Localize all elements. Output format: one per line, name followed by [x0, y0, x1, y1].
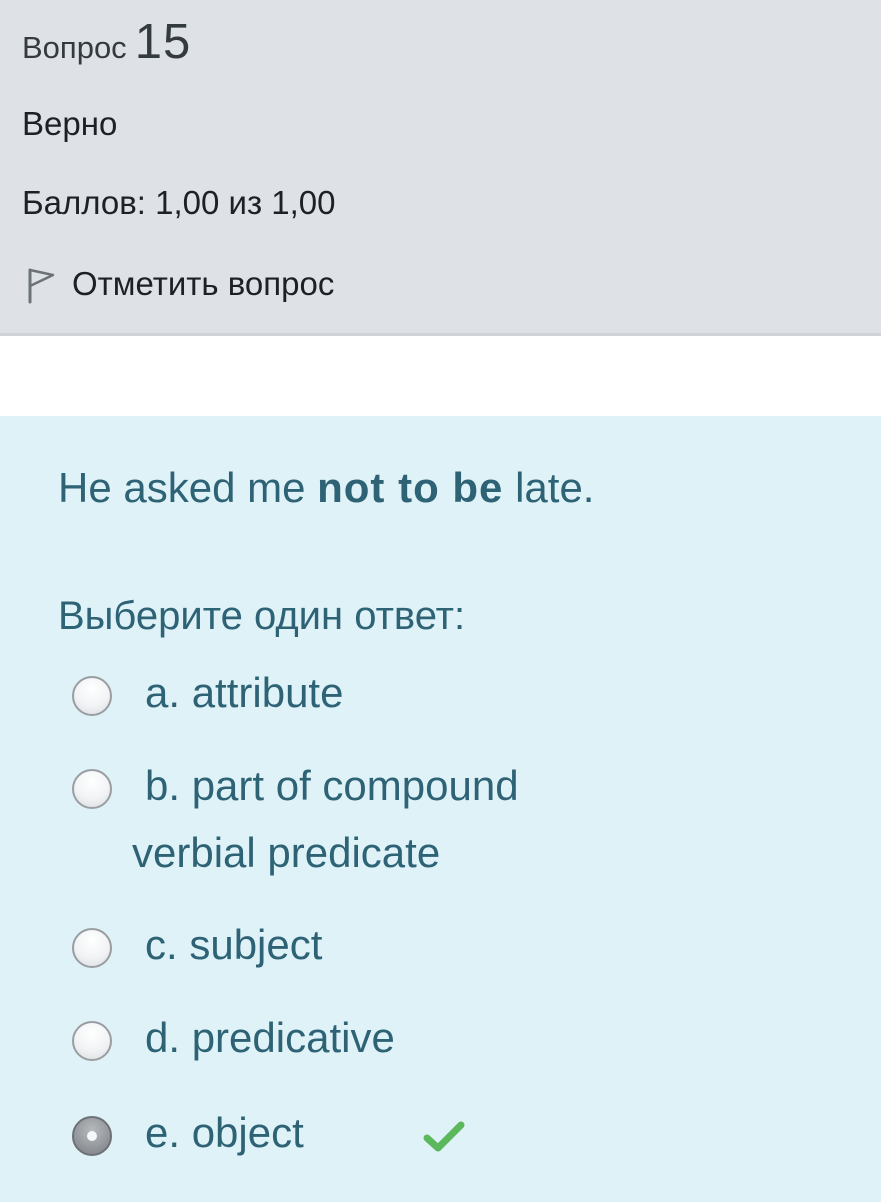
radio-e-selected[interactable] — [72, 1116, 112, 1156]
answer-option-label: d. predicative — [145, 1014, 395, 1061]
radio-b[interactable] — [72, 769, 112, 809]
answer-option-label: a. attribute — [145, 669, 344, 716]
flag-question-button[interactable]: Отметить вопрос — [22, 262, 334, 306]
answer-prompt: Выберите один ответ: — [58, 594, 466, 638]
question-info-panel: Вопрос 15 Верно Баллов: 1,00 из 1,00 Отме… — [0, 0, 881, 336]
question-text-before: He asked me — [58, 464, 318, 511]
question-word: Вопрос — [22, 30, 127, 65]
question-number-heading: Вопрос 15 — [22, 14, 191, 70]
question-content-panel: He asked me not to be late. Выберите оди… — [0, 416, 881, 1202]
checkmark-icon — [423, 1120, 465, 1159]
answer-option-label-continued: verbial predicate — [132, 829, 441, 876]
radio-d[interactable] — [72, 1021, 112, 1061]
question-number: 15 — [134, 15, 192, 69]
question-text-bold: not to be — [317, 464, 504, 511]
answer-option-label: e. object — [145, 1109, 304, 1156]
radio-a[interactable] — [72, 676, 112, 716]
answer-option-label: b. part of compound — [145, 762, 519, 809]
question-state: Верно — [22, 105, 118, 142]
question-grade: Баллов: 1,00 из 1,00 — [22, 184, 336, 221]
flag-outline-icon — [22, 264, 56, 304]
radio-c[interactable] — [72, 928, 112, 968]
question-text-after: late. — [503, 464, 595, 511]
answer-option-label: c. subject — [145, 921, 323, 968]
question-text: He asked me not to be late. — [58, 464, 594, 512]
flag-question-label: Отметить вопрос — [72, 265, 335, 302]
